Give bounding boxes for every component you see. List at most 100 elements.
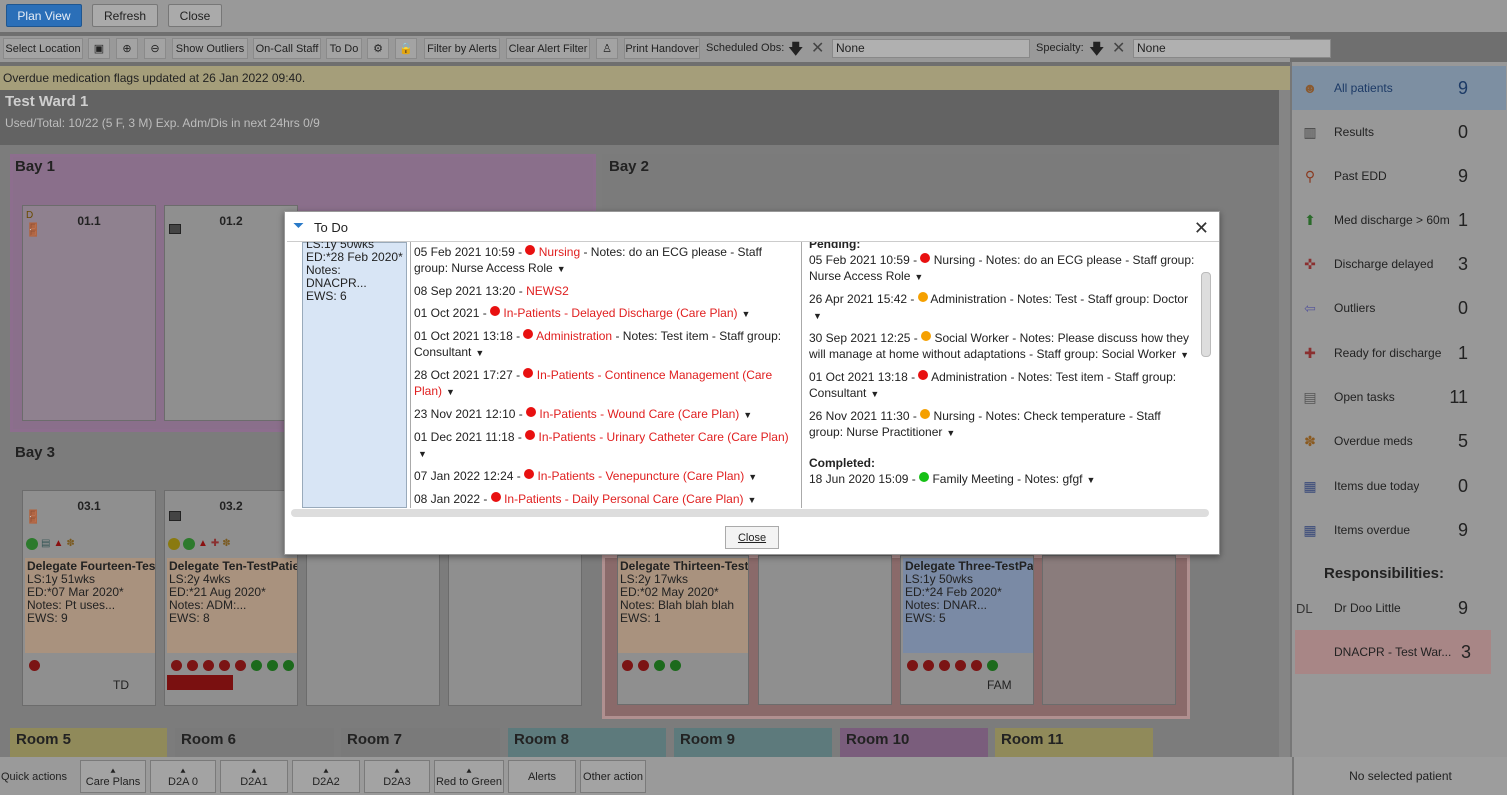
- room-6[interactable]: Room 6: [175, 728, 334, 758]
- dropdown-arrow-icon[interactable]: ▼: [475, 345, 484, 361]
- vertical-scrollbar[interactable]: [1201, 272, 1211, 357]
- filter-results[interactable]: ▥ Results 0: [1292, 110, 1506, 154]
- d2a2-button[interactable]: ⯅ D2A2: [292, 760, 360, 793]
- dropdown-arrow-icon[interactable]: ▼: [1087, 472, 1096, 488]
- room-7[interactable]: Room 7: [341, 728, 500, 758]
- filter-discharge-delayed[interactable]: ✜ Discharge delayed 3: [1292, 242, 1506, 286]
- ward-scrollbar[interactable]: [1279, 90, 1290, 757]
- bed-empty[interactable]: [1042, 555, 1176, 705]
- specialty-field[interactable]: None: [1133, 39, 1331, 58]
- dropdown-arrow-icon[interactable]: ▼: [418, 446, 427, 462]
- task-entry[interactable]: 01 Dec 2021 11:18 - In-Patients - Urinar…: [414, 429, 798, 462]
- bed-01-2[interactable]: 01.2: [164, 205, 298, 421]
- clear-x-icon[interactable]: ✕: [811, 38, 824, 58]
- d2a-0-button[interactable]: ⯅ D2A 0: [150, 760, 216, 793]
- room-5[interactable]: Room 5: [10, 728, 167, 758]
- task-entry[interactable]: 07 Jan 2022 12:24 - In-Patients - Venepu…: [414, 468, 798, 485]
- bed-01-1[interactable]: 01.1 D 🚪: [22, 205, 156, 421]
- bed-03-1[interactable]: 03.1 🚪 ▤ ▲ ✽ Delegate Fourteen-Test LS:1…: [22, 490, 156, 706]
- filter-by-alerts-button[interactable]: Filter by Alerts: [424, 38, 500, 59]
- show-outliers-button[interactable]: Show Outliers: [172, 38, 248, 59]
- arrow-down-icon[interactable]: 🡇: [788, 39, 803, 64]
- alerts-button[interactable]: Alerts: [508, 760, 576, 793]
- horizontal-scrollbar[interactable]: [291, 509, 1209, 517]
- dropdown-arrow-icon[interactable]: ▼: [870, 386, 879, 402]
- dropdown-arrow-icon[interactable]: ▼: [743, 407, 752, 423]
- close-button[interactable]: Close: [168, 4, 222, 27]
- dropdown-arrow-icon[interactable]: ▼: [946, 425, 955, 441]
- filter-items-due-today[interactable]: ▦ Items due today 0: [1292, 464, 1506, 508]
- patient-card[interactable]: Delegate Three-TestPa LS:1y 50wks ED:*24…: [903, 558, 1033, 653]
- dropdown-arrow-icon[interactable]: ▼: [446, 384, 455, 400]
- ward-title: Test Ward 1: [5, 93, 89, 110]
- filter-ready-for-discharge[interactable]: ✚ Ready for discharge 1: [1292, 331, 1506, 375]
- patient-card[interactable]: Delegate Fourteen-Test LS:1y 51wks ED:*0…: [25, 558, 155, 653]
- resp-dr-doo-little[interactable]: DL Dr Doo Little 9: [1292, 586, 1506, 630]
- scheduled-obs-field[interactable]: None: [832, 39, 1030, 58]
- print-handover-button[interactable]: Print Handover: [624, 38, 700, 59]
- specialty-clear-x-icon[interactable]: ✕: [1112, 38, 1125, 58]
- task-entry[interactable]: 01 Oct 2021 13:18 - Administration - Not…: [414, 328, 798, 361]
- filter-outliers[interactable]: ⇦ Outliers 0: [1292, 286, 1506, 330]
- pending-entry[interactable]: 30 Sep 2021 12:25 - Social Worker - Note…: [809, 330, 1197, 363]
- zoom-out-icon[interactable]: ⊖: [144, 38, 166, 59]
- other-action-button[interactable]: Other action: [580, 760, 646, 793]
- pending-date: 26 Nov 2021 11:30 -: [809, 409, 921, 423]
- to-do-button[interactable]: To Do: [326, 38, 362, 59]
- filter-items-overdue[interactable]: ▦ Items overdue 9: [1292, 508, 1506, 552]
- select-location-button[interactable]: Select Location: [3, 38, 83, 59]
- dropdown-arrow-icon[interactable]: ▼: [748, 492, 757, 508]
- filter-overdue-meds[interactable]: ✽ Overdue meds 5: [1292, 419, 1506, 463]
- completed-entry[interactable]: 18 Jun 2020 15:09 - Family Meeting - Not…: [809, 471, 1197, 488]
- bed-bay4-3[interactable]: Delegate Three-TestPa LS:1y 50wks ED:*24…: [900, 555, 1034, 705]
- dropdown-arrow-icon[interactable]: ▼: [914, 269, 923, 285]
- task-entry[interactable]: 08 Sep 2021 13:20 - NEWS2: [414, 283, 798, 299]
- bed-bay4-1[interactable]: Delegate Thirteen-Testl LS:2y 17wks ED:*…: [617, 555, 749, 705]
- task-entry[interactable]: 08 Jan 2022 - In-Patients - Daily Person…: [414, 491, 798, 508]
- bed-03-2[interactable]: 03.2 ▲ ✚ ✽ Delegate Ten-TestPatie LS:2y …: [164, 490, 298, 706]
- task-entry[interactable]: 23 Nov 2021 12:10 - In-Patients - Wound …: [414, 406, 798, 423]
- plan-view-button[interactable]: Plan View: [6, 4, 82, 27]
- lock-icon[interactable]: 🔒: [395, 38, 417, 59]
- filter-med-discharge[interactable]: ⬆ Med discharge > 60m 1: [1292, 198, 1506, 242]
- filter-past-edd[interactable]: ⚲ Past EDD 9: [1292, 154, 1506, 198]
- d2a3-button[interactable]: ⯅ D2A3: [364, 760, 430, 793]
- room-9[interactable]: Room 9: [674, 728, 832, 758]
- zoom-in-icon[interactable]: ⊕: [116, 38, 138, 59]
- patient-card[interactable]: Delegate Thirteen-Testl LS:2y 17wks ED:*…: [618, 558, 748, 653]
- pending-entry[interactable]: 01 Oct 2021 13:18 - Administration - Not…: [809, 369, 1197, 402]
- task-entry[interactable]: 01 Oct 2021 - In-Patients - Delayed Disc…: [414, 305, 798, 322]
- clear-alert-filter-button[interactable]: Clear Alert Filter: [506, 38, 590, 59]
- filter-open-tasks[interactable]: ▤ Open tasks 11: [1292, 375, 1506, 419]
- d2a1-button[interactable]: ⯅ D2A1: [220, 760, 288, 793]
- dropdown-arrow-icon[interactable]: ▼: [813, 308, 822, 324]
- dropdown-arrow-icon[interactable]: ▼: [742, 306, 751, 322]
- pending-entry[interactable]: 26 Apr 2021 15:42 - Administration - Not…: [809, 291, 1197, 324]
- qa-label: D2A1: [240, 776, 268, 788]
- task-entry[interactable]: 28 Oct 2021 17:27 - In-Patients - Contin…: [414, 367, 798, 400]
- dropdown-arrow-icon[interactable]: ▼: [748, 469, 757, 485]
- room-10[interactable]: Room 10: [840, 728, 988, 758]
- room-8[interactable]: Room 8: [508, 728, 666, 758]
- close-icon[interactable]: ✕: [1194, 218, 1209, 239]
- red-to-green-button[interactable]: ⯅ Red to Green: [434, 760, 504, 793]
- on-call-staff-button[interactable]: On-Call Staff: [253, 38, 321, 59]
- gear-icon[interactable]: ⚙: [367, 38, 389, 59]
- person-icon[interactable]: ♙: [596, 38, 618, 59]
- dropdown-arrow-icon[interactable]: ▼: [557, 261, 566, 277]
- patient-card[interactable]: Delegate Ten-TestPatie LS:2y 4wks ED:*21…: [167, 558, 297, 653]
- filter-all-patients[interactable]: ☻ All patients 9: [1292, 66, 1506, 110]
- specialty-arrow-down-icon[interactable]: 🡇: [1089, 39, 1104, 64]
- pending-entry[interactable]: 26 Nov 2021 11:30 - Nursing - Notes: Che…: [809, 408, 1197, 441]
- dialog-close-button[interactable]: Close: [725, 526, 779, 549]
- task-entry[interactable]: 05 Feb 2021 10:59 - Nursing - Notes: do …: [414, 244, 798, 277]
- bed-empty[interactable]: [758, 555, 892, 705]
- care-plans-button[interactable]: ⯅ Care Plans: [80, 760, 146, 793]
- dropdown-arrow-icon[interactable]: ▼: [1180, 347, 1189, 363]
- pending-entry[interactable]: 05 Feb 2021 10:59 - Nursing - Notes: do …: [809, 252, 1197, 285]
- results-icon: ▥: [1303, 124, 1317, 140]
- resp-dnacpr[interactable]: DNACPR - Test War... 3: [1295, 630, 1491, 674]
- refresh-button[interactable]: Refresh: [92, 4, 158, 27]
- location-icon[interactable]: ▣: [88, 38, 110, 59]
- room-11[interactable]: Room 11: [995, 728, 1153, 758]
